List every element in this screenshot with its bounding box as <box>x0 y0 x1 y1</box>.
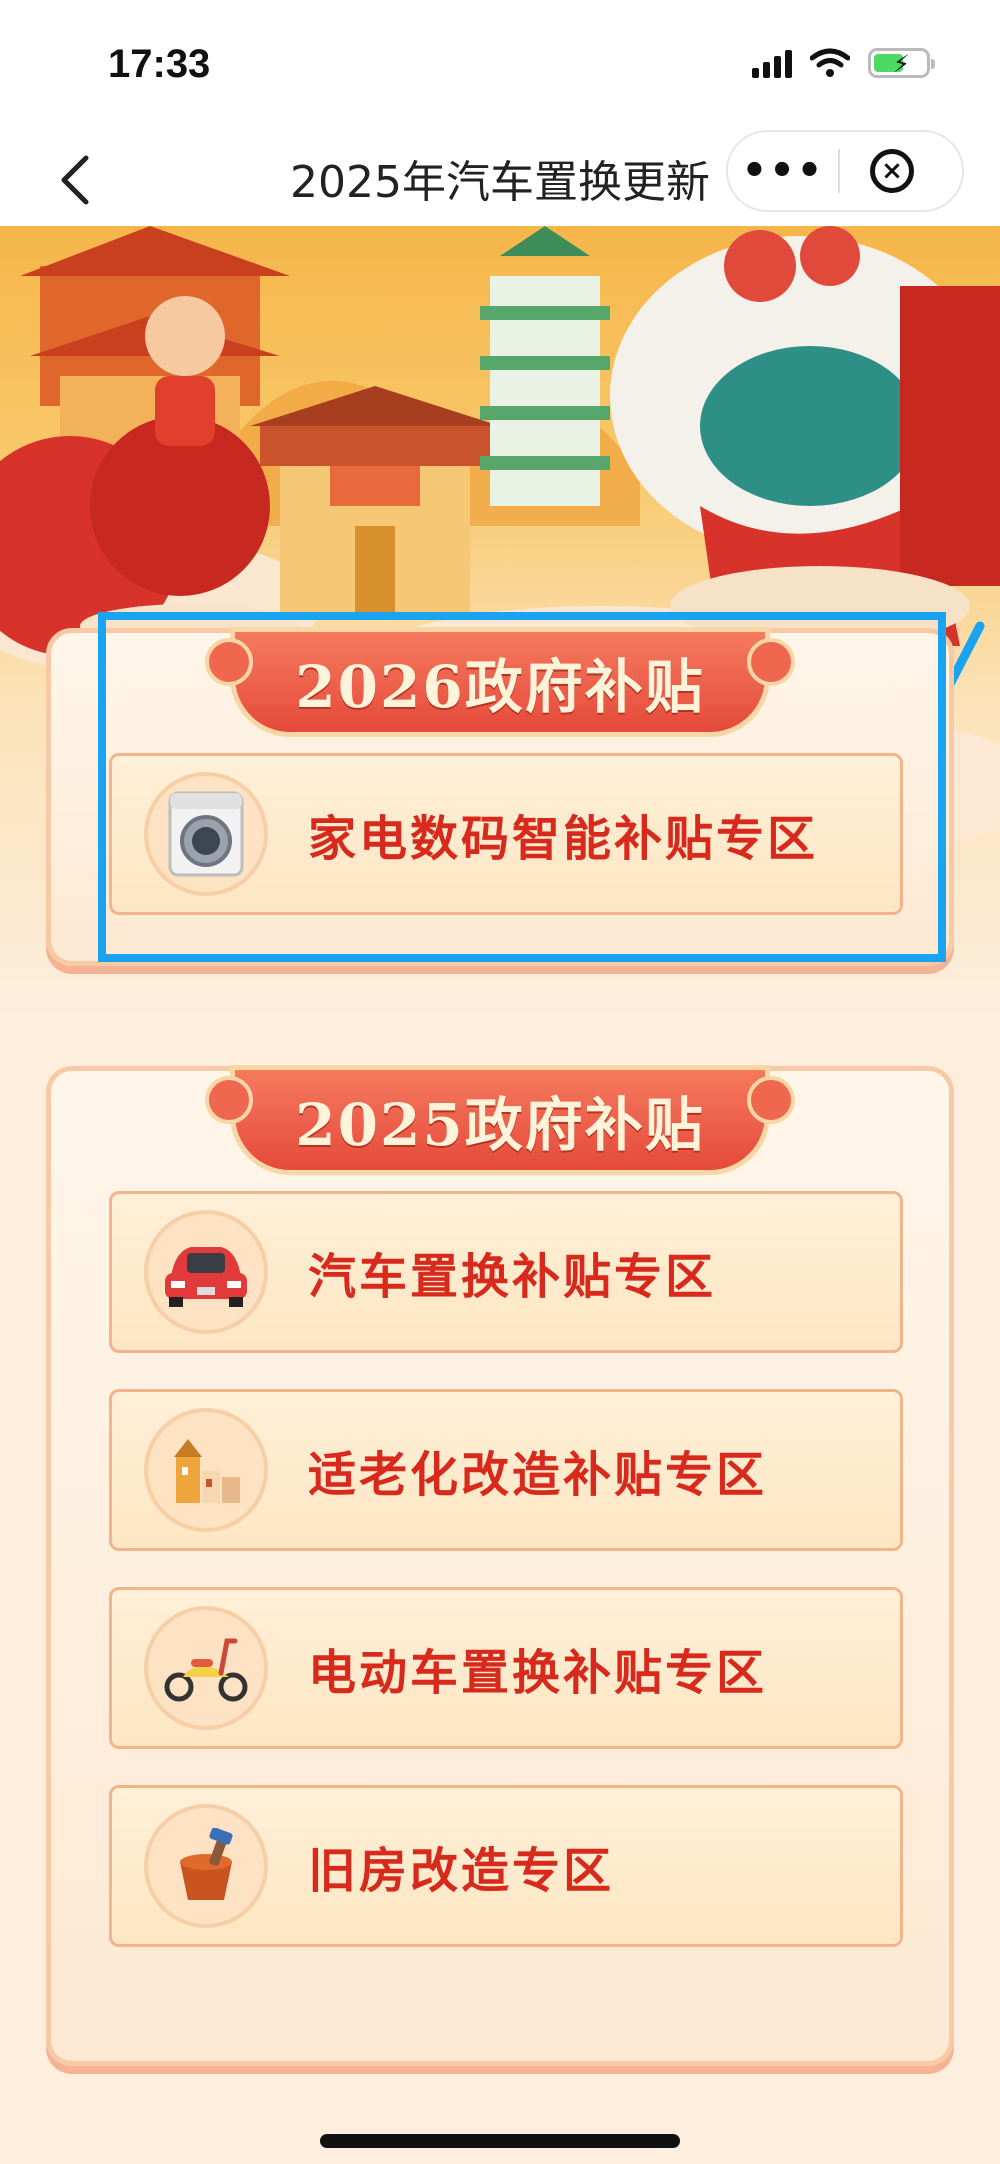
signal-icon <box>752 48 792 78</box>
list-item-appliance-digital-subsidy[interactable]: 家电数码智能补贴专区 <box>109 753 903 915</box>
capsule-divider <box>838 149 840 193</box>
panel-header: 2025政府补贴 <box>205 1065 795 1175</box>
panel-2025-subsidy: 2025政府补贴 汽车置换补贴专区 适老化改造补贴专区 电动车置换补贴专区 旧房… <box>46 1065 954 2066</box>
car-icon <box>144 1210 268 1334</box>
close-circle-icon[interactable]: × <box>870 149 914 193</box>
houses-icon <box>144 1408 268 1532</box>
list-item-elderly-renovation-subsidy[interactable]: 适老化改造补贴专区 <box>109 1389 903 1551</box>
nav-bar: 2025年汽车置换更新 ••• × <box>0 130 1000 226</box>
home-indicator[interactable] <box>320 2134 680 2148</box>
paint-bucket-icon <box>144 1804 268 1928</box>
status-time: 17:33 <box>108 42 211 86</box>
list-item-old-house-renovation[interactable]: 旧房改造专区 <box>109 1785 903 1947</box>
list-item-ebike-replacement-subsidy[interactable]: 电动车置换补贴专区 <box>109 1587 903 1749</box>
battery-charging-icon: ⚡ <box>868 48 935 78</box>
panel-header: 2026政府补贴 <box>205 627 795 737</box>
status-icons: ⚡ <box>752 48 935 78</box>
item-label: 适老化改造补贴专区 <box>308 1447 768 1503</box>
item-label: 家电数码智能补贴专区 <box>308 811 819 867</box>
scooter-icon <box>144 1606 268 1730</box>
status-bar: 17:33 ⚡ <box>0 0 1000 130</box>
washing-machine-icon <box>144 772 268 896</box>
item-label: 电动车置换补贴专区 <box>308 1645 768 1701</box>
mini-program-capsule: ••• × <box>726 130 964 212</box>
item-label: 汽车置换补贴专区 <box>308 1249 717 1305</box>
wifi-icon <box>810 48 850 77</box>
panel-2026-subsidy: 2026政府补贴 家电数码智能补贴专区 <box>46 627 954 966</box>
more-dots-icon[interactable]: ••• <box>728 148 838 194</box>
list-item-car-replacement-subsidy[interactable]: 汽车置换补贴专区 <box>109 1191 903 1353</box>
item-label: 旧房改造专区 <box>308 1843 615 1899</box>
